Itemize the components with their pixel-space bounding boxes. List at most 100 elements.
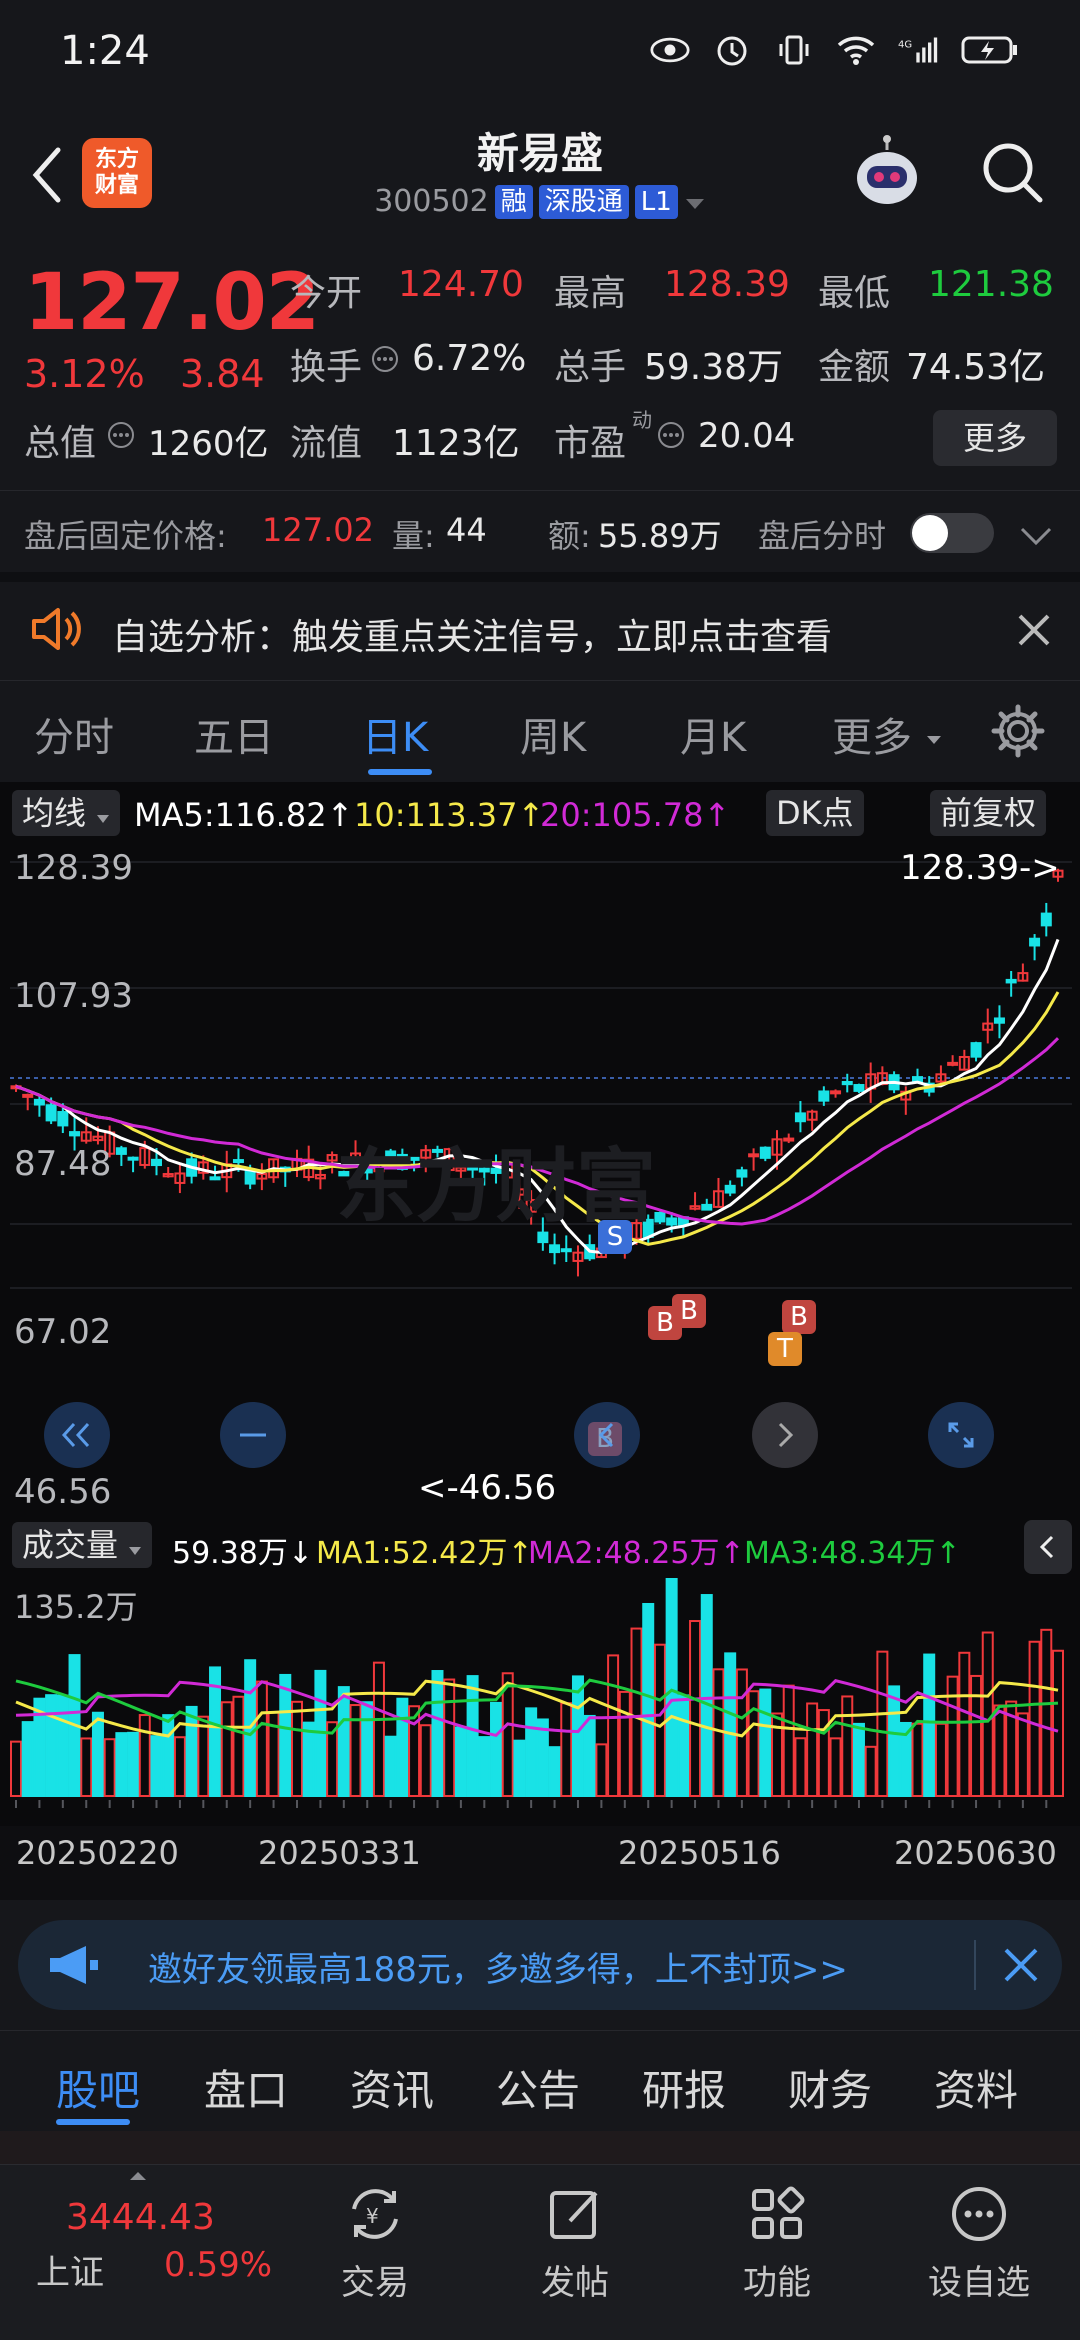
chevron-down-icon[interactable] [1018, 519, 1054, 557]
svg-text:4G: 4G [898, 40, 912, 51]
nav-trade[interactable]: ¥ 交易 [300, 2179, 450, 2304]
after-hours-price: 127.02 [262, 511, 374, 549]
info-icon[interactable] [106, 420, 136, 454]
fullscreen-icon[interactable] [928, 1402, 994, 1468]
nav-add-watchlist[interactable]: 设自选 [904, 2179, 1054, 2304]
collapse-indicators-button[interactable] [1024, 1520, 1072, 1574]
volume-bar [1016, 1712, 1029, 1798]
wifi-icon [836, 30, 876, 70]
volume-bar [595, 1743, 608, 1797]
candle [291, 1149, 303, 1178]
volume-bar [150, 1735, 163, 1797]
tab-finance[interactable]: 财务 [788, 2057, 872, 2118]
price-axis-label: 87.48 [14, 1144, 112, 1184]
volume-bar [337, 1686, 350, 1797]
price-axis-label: 67.02 [14, 1312, 112, 1352]
tab-research[interactable]: 研报 [642, 2057, 726, 2118]
nav-trade-label: 交易 [341, 2263, 409, 2303]
volume-bar [466, 1675, 479, 1797]
sell-signal-badge[interactable]: S [598, 1220, 632, 1254]
after-hours-row: 盘后固定价格: 127.02 量: 44 额: 55.89万 盘后分时 [0, 490, 1080, 572]
date-label: 20250630 [894, 1834, 1057, 1872]
after-hours-vol: 44 [446, 511, 487, 549]
volume-bar [80, 1737, 93, 1797]
ma-selector[interactable]: 均线 [12, 790, 121, 836]
kline-chart-panel[interactable]: 均线 MA5:116.82↑ 10:113.37↑ 20:105.78↑ DK点… [0, 782, 1080, 1900]
gear-icon[interactable] [990, 703, 1046, 763]
ma-selector-label: 均线 [22, 794, 87, 832]
high-label: 最高 [554, 273, 627, 314]
close-icon[interactable] [1002, 1946, 1040, 1988]
volume-bar [630, 1627, 643, 1798]
volume-bar [279, 1673, 292, 1797]
buy-signal-badge[interactable]: B [782, 1300, 816, 1334]
index-name: 上证 [36, 2253, 104, 2293]
high-value: 128.39 [664, 264, 790, 305]
chart-period-tabs: 分时 五日 日K 周K 月K 更多 [0, 680, 1080, 780]
tab-news[interactable]: 资讯 [350, 2057, 434, 2118]
index-change: 0.59% [164, 2245, 273, 2285]
t-signal-badge[interactable]: T [768, 1332, 802, 1366]
candle [712, 1177, 724, 1208]
buy-signal-badge[interactable]: B [672, 1294, 706, 1328]
dk-point-button[interactable]: DK点 [766, 790, 864, 836]
tab-intraday[interactable]: 分时 [34, 705, 114, 763]
notice-bar[interactable]: 自选分析：触发重点关注信号，立即点击查看 [0, 572, 1080, 672]
tab-more-label: 更多 [832, 715, 912, 761]
tab-weekly-k[interactable]: 周K [520, 705, 586, 763]
more-button[interactable]: 更多 [933, 410, 1057, 466]
tab-five-day[interactable]: 五日 [194, 705, 274, 763]
price-axis-label: 128.39 [14, 848, 133, 888]
volume-bar [747, 1690, 760, 1797]
index-value: 3444.43 [66, 2197, 215, 2238]
search-icon[interactable] [978, 138, 1048, 208]
tab-monthly-k[interactable]: 月K [680, 705, 746, 763]
tab-daily-k[interactable]: 日K [362, 705, 428, 763]
tab-profile[interactable]: 资料 [934, 2057, 1018, 2118]
tag-connect: 深股通 [538, 184, 629, 219]
tab-announcements[interactable]: 公告 [496, 2057, 580, 2118]
volume-bar [1040, 1628, 1053, 1797]
after-hours-toggle[interactable] [910, 513, 994, 553]
detail-tabs: 股吧 盘口 资讯 公告 研报 财务 资料 [0, 2030, 1080, 2130]
volume-chart[interactable] [0, 1578, 1080, 1838]
nav-post[interactable]: 发帖 [500, 2179, 650, 2304]
scroll-left-fast-button[interactable] [44, 1402, 110, 1468]
candle [174, 1162, 186, 1194]
status-time: 1:24 [60, 28, 150, 74]
volume-bar [841, 1695, 854, 1797]
index-ticker[interactable]: 3444.43 上证 0.59% [0, 2165, 300, 2340]
scroll-left-button[interactable] [574, 1402, 640, 1468]
nav-functions[interactable]: 功能 [702, 2179, 852, 2304]
pe-value: 20.04 [698, 416, 796, 456]
volume-bar [45, 1694, 58, 1797]
tab-orderbook[interactable]: 盘口 [204, 2057, 288, 2118]
invite-banner[interactable]: 邀好友领最高188元，多邀多得，上不封顶>> [18, 1920, 1062, 2010]
tab-more[interactable]: 更多 [832, 705, 943, 763]
max-price-marker: 128.39-> [900, 848, 1060, 888]
close-icon[interactable] [1016, 612, 1052, 652]
date-label: 20250516 [618, 1834, 781, 1872]
candle [982, 1008, 994, 1044]
adjust-button[interactable]: 前复权 [930, 790, 1047, 836]
volume-bar [91, 1711, 104, 1797]
candle [841, 1073, 853, 1093]
vibrate-icon [774, 30, 814, 70]
volume-bar [513, 1739, 526, 1797]
tab-forum[interactable]: 股吧 [56, 2057, 140, 2118]
volume-bar [653, 1643, 666, 1797]
candle [970, 1041, 982, 1062]
volume-indicator-selector[interactable]: 成交量 [12, 1522, 153, 1568]
volume-bar [817, 1709, 830, 1798]
robot-assistant-icon[interactable] [842, 130, 932, 220]
mktcap-value: 1260亿 [148, 424, 269, 464]
volume-bar [197, 1715, 210, 1797]
info-icon[interactable] [370, 344, 400, 378]
info-icon[interactable] [656, 420, 686, 454]
scroll-right-button[interactable] [752, 1402, 818, 1468]
candle [853, 1083, 865, 1094]
after-hours-toggle-label: 盘后分时 [758, 517, 887, 555]
volume-bar [173, 1736, 186, 1797]
zoom-out-button[interactable] [220, 1402, 286, 1468]
toggle-knob [912, 515, 948, 551]
